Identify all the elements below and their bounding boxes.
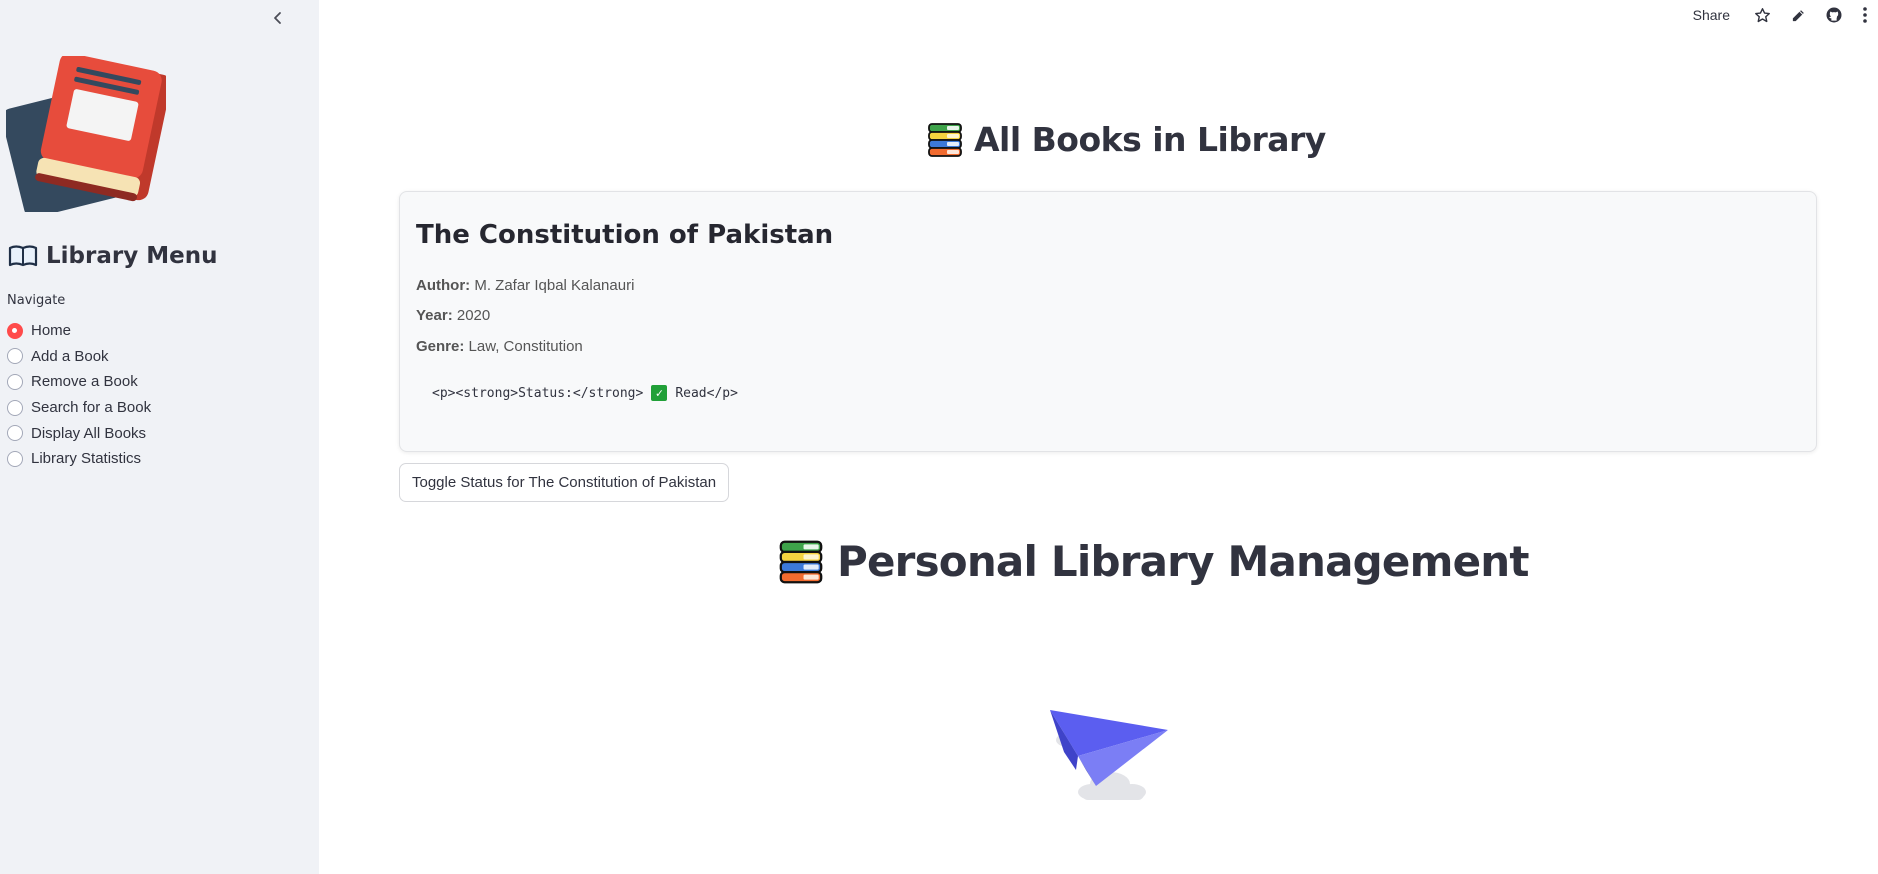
open-book-icon (8, 245, 38, 267)
radio-label: Library Statistics (31, 450, 142, 468)
toggle-status-button[interactable]: Toggle Status for The Constitution of Pa… (399, 463, 730, 502)
nav-radio-home[interactable]: Home (7, 318, 151, 344)
page-title-text: All Books in Library (974, 120, 1326, 159)
status-suffix: Read</p> (675, 385, 738, 401)
genre-label: Genre: (416, 338, 465, 355)
pencil-icon[interactable] (1780, 0, 1816, 30)
year-label: Year: (416, 307, 453, 324)
book-title: The Constitution of Pakistan (416, 220, 834, 250)
genre-value: Law, Constitution (468, 338, 583, 355)
year-value: 2020 (456, 307, 491, 324)
navigate-label: Navigate (7, 293, 66, 308)
book-card: The Constitution of Pakistan Author: M. … (399, 191, 1817, 452)
radio-label: Search for a Book (31, 399, 152, 417)
menu-title-text: Library Menu (46, 243, 218, 269)
nav-radio-remove-book[interactable]: Remove a Book (7, 369, 151, 395)
share-button[interactable]: Share (1693, 7, 1730, 23)
book-logo (6, 56, 166, 212)
page-title: All Books in Library (926, 120, 1326, 159)
app-main-heading: Personal Library Management (777, 537, 1529, 586)
radio-button-selected[interactable] (7, 322, 23, 339)
more-vertical-icon[interactable] (1852, 0, 1878, 30)
radio-button[interactable] (7, 399, 23, 416)
book-author: Author: M. Zafar Iqbal Kalanauri (416, 277, 634, 294)
radio-label: Add a Book (31, 347, 109, 365)
sidebar: Library Menu Navigate Home Add a Book Re… (0, 0, 319, 874)
nav-radio-add-book[interactable]: Add a Book (7, 344, 151, 370)
sidebar-menu-title: Library Menu (8, 243, 217, 269)
book-year: Year: 2020 (416, 307, 490, 324)
author-value: M. Zafar Iqbal Kalanauri (474, 277, 635, 294)
books-stack-icon (928, 122, 962, 157)
nav-radio-search-book[interactable]: Search for a Book (7, 395, 151, 421)
radio-label: Remove a Book (31, 373, 138, 391)
github-icon[interactable] (1816, 0, 1852, 30)
navigation-radio-group: Home Add a Book Remove a Book Search for… (7, 318, 151, 472)
radio-label: Display All Books (31, 424, 147, 442)
radio-label: Home (31, 322, 72, 340)
paper-plane-illustration (1050, 710, 1168, 800)
chevron-left-icon (274, 12, 281, 24)
radio-button[interactable] (7, 373, 23, 390)
app-main-heading-text: Personal Library Management (837, 537, 1529, 586)
book-status-raw-html: <p><strong>Status:</strong> ✓ Read</p> (432, 385, 738, 401)
book-genre: Genre: Law, Constitution (416, 338, 583, 355)
star-icon[interactable] (1744, 0, 1780, 30)
radio-button[interactable] (7, 348, 23, 365)
check-mark-icon: ✓ (651, 385, 668, 401)
collapse-sidebar-button[interactable] (268, 6, 288, 30)
books-stack-icon (779, 540, 823, 583)
nav-radio-library-statistics[interactable]: Library Statistics (7, 446, 151, 472)
nav-radio-display-books[interactable]: Display All Books (7, 420, 151, 446)
radio-button[interactable] (7, 425, 23, 442)
app-toolbar: Share (1693, 0, 1878, 30)
radio-button[interactable] (7, 450, 23, 467)
status-prefix: <p><strong>Status:</strong> (432, 385, 644, 401)
author-label: Author: (416, 277, 471, 294)
